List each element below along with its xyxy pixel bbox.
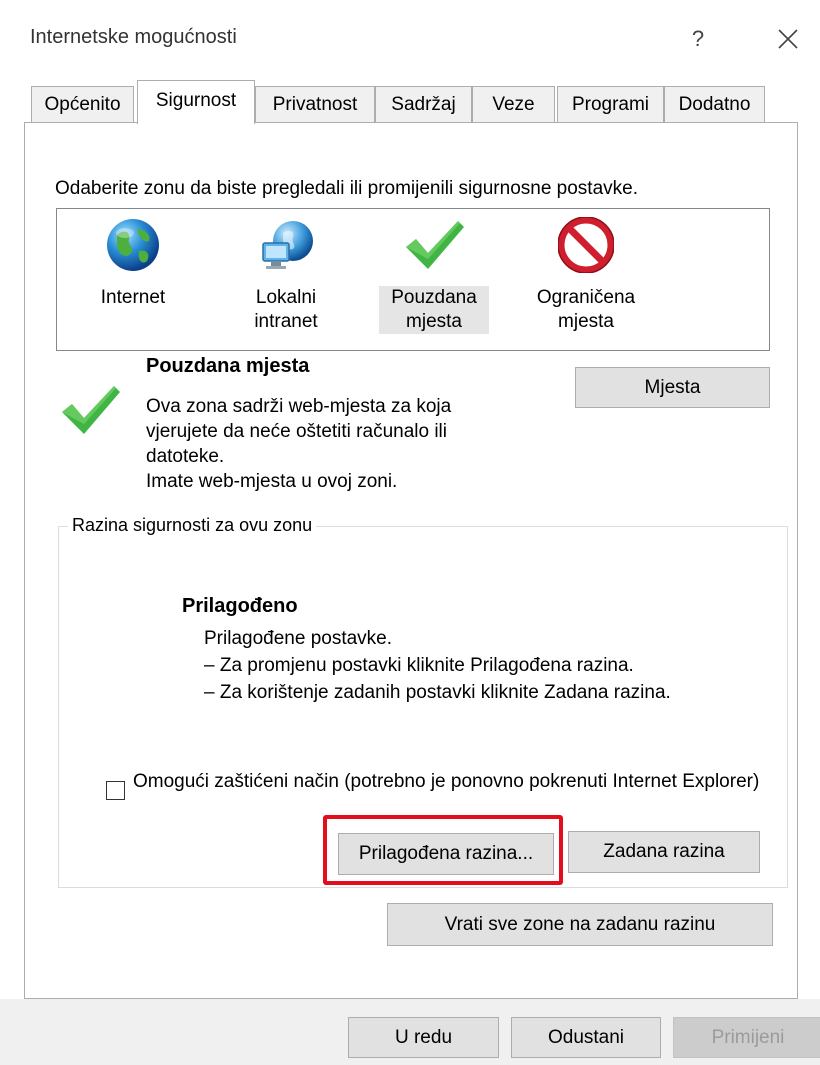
zone-restricted-sites[interactable]: Ograničena mjesta	[521, 216, 651, 334]
zone-restricted-sites-label: Ograničena mjesta	[521, 286, 651, 334]
zone-trusted-sites-label-line1: Pouzdana	[391, 287, 477, 308]
tab-programs[interactable]: Programi	[557, 86, 664, 122]
window-title: Internetske mogućnosti	[30, 26, 237, 48]
selected-zone-checkmark-icon	[62, 386, 120, 434]
selected-zone-description: Ova zona sadrži web-mjesta za koja vjeru…	[146, 394, 526, 494]
close-icon	[778, 29, 798, 49]
close-button[interactable]	[768, 22, 808, 56]
selected-zone-desc-line: datoteke.	[146, 446, 225, 467]
security-level-description: Prilagođene postavke. – Za promjenu post…	[204, 625, 671, 706]
selected-zone-desc-line: Ova zona sadrži web-mjesta za koja	[146, 396, 452, 417]
ok-button[interactable]: U redu	[348, 1017, 499, 1058]
zone-instruction: Odaberite zonu da biste pregledali ili p…	[55, 178, 638, 199]
tab-advanced[interactable]: Dodatno	[664, 86, 765, 122]
globe-icon	[107, 219, 159, 271]
selected-zone-desc-line: vjerujete da neće oštetiti računalo ili	[146, 421, 448, 442]
help-button[interactable]: ?	[680, 22, 716, 56]
network-globe-icon	[262, 221, 313, 269]
tab-content[interactable]: Sadržaj	[375, 86, 472, 122]
security-level-desc-line: – Za korištenje zadanih postavki kliknit…	[204, 682, 671, 703]
security-level-desc-line: – Za promjenu postavki kliknite Prilagođ…	[204, 655, 634, 676]
zone-trusted-sites-label: Pouzdana mjesta	[379, 286, 489, 334]
zone-list: Internet Lokalni intranet Pouzdana mjest…	[56, 208, 770, 351]
protected-mode-label[interactable]: Omogući zaštićeni način (potrebno je pon…	[133, 769, 773, 795]
zone-local-intranet-label-line2: intranet	[254, 311, 318, 332]
security-level-legend: Razina sigurnosti za ovu zonu	[68, 515, 317, 536]
highlight-annotation	[323, 815, 563, 885]
tab-security[interactable]: Sigurnost	[137, 80, 255, 124]
zone-restricted-sites-label-line1: Ograničena	[536, 287, 636, 308]
security-level-name: Prilagođeno	[182, 595, 298, 617]
blocked-icon	[557, 216, 615, 274]
zone-local-intranet[interactable]: Lokalni intranet	[231, 217, 341, 334]
selected-zone-desc-line: Imate web-mjesta u ovoj zoni.	[146, 471, 398, 492]
reset-all-zones-button[interactable]: Vrati sve zone na zadanu razinu	[387, 903, 773, 946]
apply-button[interactable]: Primijeni	[673, 1017, 820, 1058]
zone-internet[interactable]: Internet	[83, 217, 183, 310]
zone-trusted-sites[interactable]: Pouzdana mjesta	[379, 217, 489, 334]
cancel-button[interactable]: Odustani	[511, 1017, 661, 1058]
zone-internet-label: Internet	[100, 287, 166, 308]
checkmark-icon	[406, 221, 464, 269]
tab-general[interactable]: Općenito	[31, 86, 134, 122]
zone-local-intranet-label: Lokalni intranet	[231, 286, 341, 334]
tab-privacy[interactable]: Privatnost	[255, 86, 375, 122]
sites-button[interactable]: Mjesta	[575, 367, 770, 408]
selected-zone-title: Pouzdana mjesta	[146, 355, 310, 377]
protected-mode-checkbox[interactable]	[106, 781, 125, 800]
zone-restricted-sites-label-line2: mjesta	[558, 311, 614, 332]
zone-local-intranet-label-line1: Lokalni	[255, 287, 317, 308]
security-level-desc-line: Prilagođene postavke.	[204, 628, 393, 649]
default-level-button[interactable]: Zadana razina	[568, 831, 760, 873]
zone-trusted-sites-label-line2: mjesta	[406, 311, 462, 332]
tab-connections[interactable]: Veze	[472, 86, 555, 122]
